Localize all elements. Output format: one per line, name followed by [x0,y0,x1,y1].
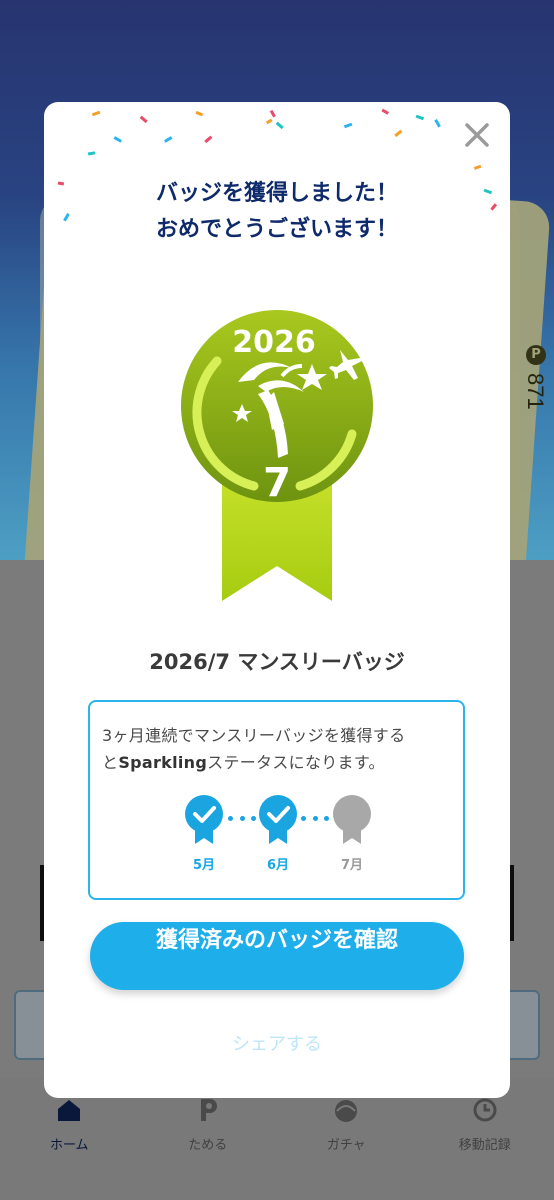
sparkling-info-box: 3ヶ月連続でマンスリーバッジを獲得する とSparklingステータスになります… [88,700,465,900]
badge-award-modal: バッジを獲得しました！ おめでとうございます！ 2026 7 2026/7 マン… [44,102,510,1098]
badge-month: 7 [263,460,291,506]
monthly-badge-icon: 2026 7 [181,310,373,601]
title-line-2: おめでとうございます！ [155,217,398,242]
info-line-2-pre: と [102,753,119,772]
info-line-2-post: ステータスになります。 [207,753,385,772]
progress-step-june: 6月 [252,794,304,873]
info-text: 3ヶ月連続でマンスリーバッジを獲得する とSparklingステータスになります… [102,722,458,776]
progress-step-may: 5月 [178,794,230,873]
progress-label-july: 7月 [340,858,364,873]
progress-step-july: 7月 [326,794,378,873]
pending-badge-icon [333,795,371,844]
achieved-badge-icon [259,795,297,844]
achieved-badge-icon [185,795,223,844]
progress-label-may: 5月 [192,858,216,873]
title-line-1: バッジを獲得しました！ [155,181,398,206]
badge-progress: 5月 6月 7月 [90,794,467,884]
modal-title: バッジを獲得しました！ おめでとうございます！ [44,176,510,248]
progress-connector [301,816,329,822]
info-line-1: 3ヶ月連続でマンスリーバッジを獲得する [102,726,406,745]
badge-name: 2026/7 マンスリーバッジ [149,650,405,674]
view-earned-badges-button[interactable]: 獲得済みのバッジを確認 [90,922,464,990]
progress-label-june: 6月 [266,858,290,873]
share-button[interactable]: シェアする [44,1030,510,1056]
badge-year: 2026 [232,325,316,360]
close-icon[interactable] [462,120,492,150]
sparkling-status: Sparkling [118,753,208,772]
